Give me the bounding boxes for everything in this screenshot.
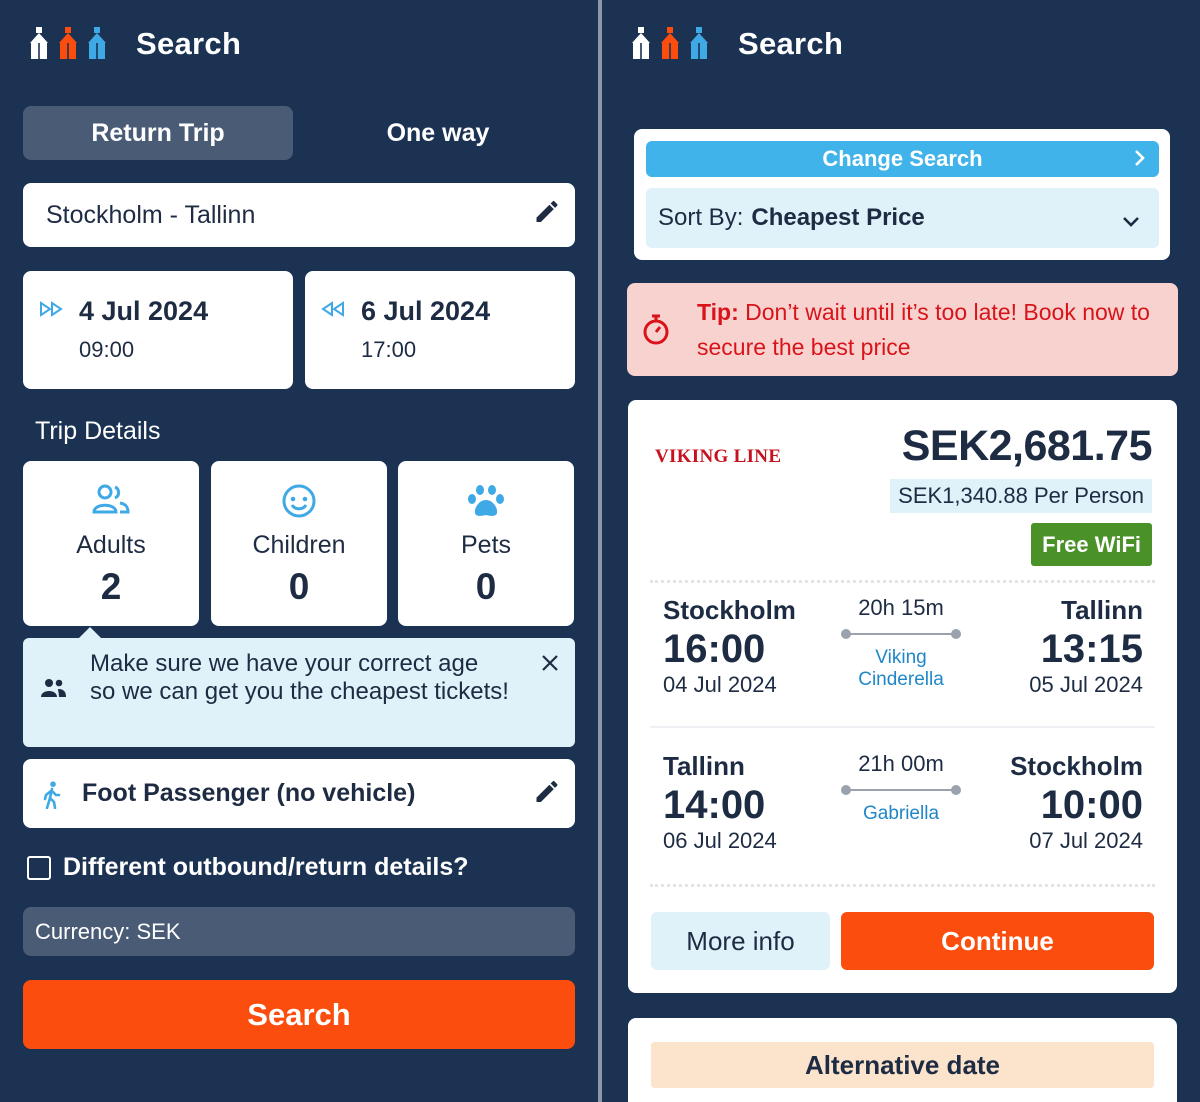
pets-label: Pets: [460, 531, 512, 559]
currency-selector[interactable]: Currency: SEK: [23, 907, 575, 956]
route-value: Stockholm - Tallinn: [46, 200, 256, 229]
child-face-icon: [279, 483, 319, 524]
journey-line: [831, 621, 971, 647]
return-time: 17:00: [361, 337, 417, 362]
tip-message: Don’t wait until it’s too late! Book now…: [697, 299, 1150, 360]
departure-city: Tallinn: [663, 751, 745, 781]
close-icon[interactable]: [541, 654, 559, 677]
paw-icon: [466, 483, 506, 524]
duration: 20h 15m: [858, 595, 944, 620]
children-count: 0: [288, 566, 310, 607]
search-results-panel: Search Change Search Sort By: Cheapest P…: [602, 0, 1200, 1102]
return-date-card[interactable]: 6 Jul 2024 17:00: [305, 271, 575, 389]
departure-date: 04 Jul 2024: [663, 672, 777, 697]
trip-details-heading: Trip Details: [35, 417, 161, 445]
leg-divider: [650, 726, 1155, 728]
return-date: 6 Jul 2024: [361, 296, 491, 326]
pets-count: 0: [475, 566, 497, 607]
chevron-down-icon: [1121, 208, 1141, 236]
arrival-date: 07 Jul 2024: [1029, 828, 1143, 853]
sort-select[interactable]: Sort By: Cheapest Price: [646, 188, 1159, 248]
different-details-checkbox[interactable]: [27, 855, 51, 880]
pencil-edit-icon[interactable]: [533, 198, 561, 233]
outbound-date-card[interactable]: 4 Jul 2024 09:00: [23, 271, 293, 389]
age-notice-text: Make sure we have your correct age so we…: [90, 650, 509, 705]
total-price: SEK2,681.75: [901, 422, 1153, 470]
forward-arrows-icon: [39, 301, 65, 322]
duration: 21h 00m: [858, 751, 944, 776]
pets-selector[interactable]: Pets 0: [398, 461, 574, 626]
ship-name: Gabriella: [862, 803, 940, 824]
ship-name: Viking Cinderella: [858, 647, 944, 690]
dotted-divider: [650, 580, 1155, 583]
different-details-row[interactable]: Different outbound/return details?: [27, 853, 469, 882]
search-form-panel: Search Return Trip One way Stockholm - T…: [0, 0, 598, 1102]
walking-person-icon: [41, 781, 63, 814]
return-journey: 21h 00m Gabriella: [831, 751, 971, 825]
outbound-arrival: Tallinn 13:15 05 Jul 2024: [1029, 595, 1143, 698]
tip-text: Tip: Don’t wait until it’s too late! Boo…: [697, 295, 1167, 365]
arrival-date: 05 Jul 2024: [1029, 672, 1143, 697]
stopwatch-icon: [641, 313, 671, 352]
per-person-price: SEK1,340.88 Per Person: [890, 479, 1152, 513]
outbound-journey: 20h 15m Viking Cinderella: [831, 595, 971, 691]
result-card: VIKING LINE SEK2,681.75 SEK1,340.88 Per …: [628, 400, 1177, 993]
search-button[interactable]: Search: [23, 980, 575, 1049]
notice-caret: [79, 627, 101, 638]
arrival-city: Tallinn: [1061, 595, 1143, 625]
vehicle-field[interactable]: Foot Passenger (no vehicle): [23, 759, 575, 828]
ships-logo-icon: [28, 25, 114, 63]
return-arrival: Stockholm 10:00 07 Jul 2024: [1010, 751, 1143, 854]
sort-prefix: Sort By:: [658, 204, 744, 231]
sort-value: Cheapest Price: [751, 204, 925, 231]
arrival-time: 13:15: [1040, 627, 1143, 671]
trip-type-toggle: Return Trip One way: [23, 106, 575, 160]
back-arrows-icon: [321, 301, 347, 322]
outbound-time: 09:00: [79, 337, 135, 362]
free-wifi-badge: Free WiFi: [1031, 523, 1152, 566]
people-icon: [39, 678, 67, 703]
adults-label: Adults: [76, 531, 146, 559]
tip-banner: Tip: Don’t wait until it’s too late! Boo…: [627, 283, 1178, 376]
dotted-divider: [650, 884, 1155, 887]
outbound-date: 4 Jul 2024: [79, 296, 209, 326]
page-title: Search: [136, 26, 242, 61]
change-search-button[interactable]: Change Search: [646, 141, 1159, 177]
tab-return-trip[interactable]: Return Trip: [23, 106, 293, 160]
children-selector[interactable]: Children 0: [211, 461, 387, 626]
ships-logo-icon: [630, 25, 716, 63]
children-label: Children: [252, 531, 346, 559]
departure-city: Stockholm: [663, 595, 796, 625]
adults-icon: [91, 483, 131, 520]
pencil-edit-icon[interactable]: [533, 777, 561, 810]
change-search-label: Change Search: [822, 146, 983, 171]
departure-time: 16:00: [663, 627, 766, 671]
journey-line: [831, 777, 971, 803]
currency-label: Currency: SEK: [35, 918, 181, 944]
departure-date: 06 Jul 2024: [663, 828, 777, 853]
search-controls-card: Change Search Sort By: Cheapest Price: [634, 129, 1170, 260]
return-departure: Tallinn 14:00 06 Jul 2024: [663, 751, 777, 854]
vehicle-label: Foot Passenger (no vehicle): [82, 779, 416, 807]
page-title: Search: [738, 26, 844, 61]
route-field[interactable]: Stockholm - Tallinn: [23, 183, 575, 247]
continue-button[interactable]: Continue: [841, 912, 1154, 970]
operator-logo: VIKING LINE: [655, 446, 782, 467]
arrival-city: Stockholm: [1010, 751, 1143, 781]
arrival-time: 10:00: [1040, 783, 1143, 827]
chevron-right-icon: [1133, 148, 1147, 174]
departure-time: 14:00: [663, 783, 766, 827]
tab-one-way[interactable]: One way: [303, 106, 573, 160]
app-header: Search: [28, 22, 241, 66]
alternative-date-card: Alternative date: [628, 1018, 1177, 1102]
adults-count: 2: [100, 566, 122, 607]
different-details-label: Different outbound/return details?: [63, 853, 469, 881]
more-info-button[interactable]: More info: [651, 912, 830, 970]
app-header: Search: [630, 22, 843, 66]
adults-selector[interactable]: Adults 2: [23, 461, 199, 626]
tip-bold: Tip:: [697, 299, 739, 325]
age-notice: Make sure we have your correct age so we…: [23, 627, 575, 747]
alternative-date-button[interactable]: Alternative date: [651, 1042, 1154, 1088]
outbound-departure: Stockholm 16:00 04 Jul 2024: [663, 595, 796, 698]
